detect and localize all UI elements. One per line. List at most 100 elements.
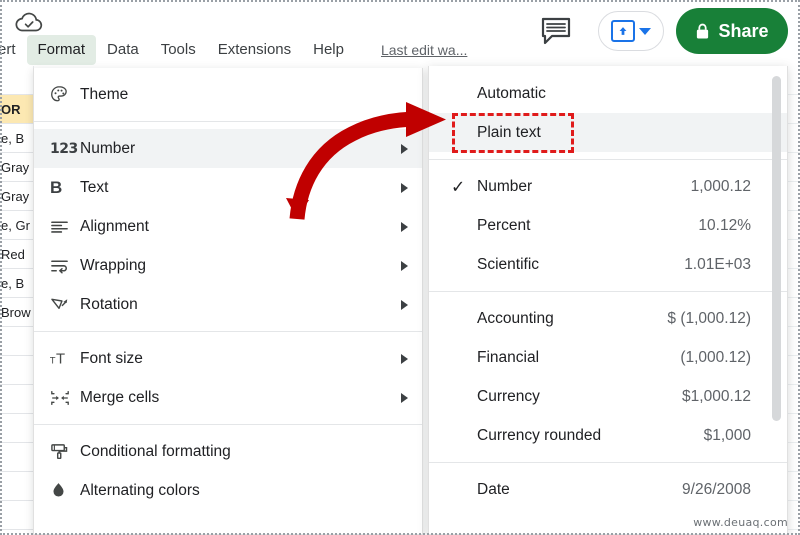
submenu-divider: [429, 159, 787, 160]
plain-text-highlight-box: [452, 113, 574, 153]
menu-divider: [34, 331, 422, 332]
submenu-item-label: Number: [477, 177, 533, 195]
submenu-item-percent[interactable]: Percent 10.12%: [429, 206, 787, 245]
svg-text:T: T: [50, 356, 56, 366]
present-button[interactable]: [598, 11, 664, 51]
lock-icon: [697, 23, 709, 39]
last-edit-link[interactable]: Last edit wa...: [381, 42, 467, 58]
text-wrap-icon: [50, 258, 80, 274]
cell[interactable]: [0, 66, 33, 95]
submenu-item-currency-rounded[interactable]: Currency rounded $1,000: [429, 416, 787, 455]
share-button[interactable]: Share: [676, 8, 788, 54]
menu-item-rotation[interactable]: Rotation: [34, 285, 422, 324]
cell[interactable]: [0, 472, 33, 501]
caret-down-icon[interactable]: [639, 27, 651, 35]
cloud-check-icon[interactable]: [14, 10, 44, 36]
water-drop-icon: [50, 481, 80, 500]
number-123-icon: 123: [50, 140, 78, 157]
submenu-item-value: $1,000: [703, 426, 751, 444]
cell[interactable]: Brow: [0, 298, 33, 327]
menu-extensions[interactable]: Extensions: [207, 35, 302, 65]
submenu-item-value: 1.01E+03: [684, 255, 751, 273]
format-menu-panel: Theme 123 Number B Text Alignment Wrappi…: [33, 68, 423, 535]
submenu-item-currency[interactable]: Currency $1,000.12: [429, 377, 787, 416]
menu-item-conditional-formatting[interactable]: Conditional formatting: [34, 432, 422, 471]
paint-roller-icon: [50, 442, 80, 461]
menu-item-label: Text: [80, 178, 109, 196]
cell[interactable]: [0, 443, 33, 472]
present-upload-icon: [611, 20, 635, 42]
menu-item-wrapping[interactable]: Wrapping: [34, 246, 422, 285]
submenu-item-date[interactable]: Date 9/26/2008: [429, 470, 787, 509]
submenu-item-financial[interactable]: Financial (1,000.12): [429, 338, 787, 377]
cell[interactable]: e, B: [0, 124, 33, 153]
font-size-icon: T T: [50, 351, 80, 366]
menu-item-text[interactable]: B Text: [34, 168, 422, 207]
bold-b-icon: B: [50, 177, 63, 197]
menu-item-label: Conditional formatting: [80, 442, 231, 460]
top-bar: ert Format Data Tools Extensions Help La…: [0, 0, 800, 72]
menu-tools[interactable]: Tools: [150, 35, 207, 65]
menu-item-label: Merge cells: [80, 388, 160, 406]
chevron-right-icon: [401, 221, 408, 232]
chevron-right-icon: [401, 392, 408, 403]
submenu-item-scientific[interactable]: Scientific 1.01E+03: [429, 245, 787, 284]
cell[interactable]: Gray: [0, 153, 33, 182]
cell[interactable]: [0, 327, 33, 356]
chevron-right-icon: [401, 299, 408, 310]
menu-item-label: Rotation: [80, 295, 138, 313]
check-icon: ✓: [451, 177, 466, 196]
palette-icon: [50, 85, 80, 104]
cell[interactable]: [0, 414, 33, 443]
cell[interactable]: [0, 356, 33, 385]
menu-data[interactable]: Data: [96, 35, 150, 65]
menu-help[interactable]: Help: [302, 35, 355, 65]
submenu-item-value: $ (1,000.12): [667, 309, 751, 327]
left-column-cells: OR e, B Gray Gray e, Gr Red e, B Brow: [0, 66, 34, 535]
submenu-item-number[interactable]: ✓ Number 1,000.12: [429, 167, 787, 206]
menu-item-number[interactable]: 123 Number: [34, 129, 422, 168]
menu-item-theme[interactable]: Theme: [34, 75, 422, 114]
cell[interactable]: [0, 385, 33, 414]
comment-icon[interactable]: [540, 16, 572, 46]
submenu-divider: [429, 462, 787, 463]
menu-item-merge-cells[interactable]: Merge cells: [34, 378, 422, 417]
menu-format[interactable]: Format: [26, 35, 97, 65]
submenu-item-label: Accounting: [477, 309, 554, 327]
menu-item-alternating-colors[interactable]: Alternating colors: [34, 471, 422, 510]
menu-item-label: Wrapping: [80, 256, 147, 274]
submenu-item-label: Percent: [477, 216, 531, 234]
submenu-item-label: Automatic: [477, 84, 546, 102]
cell[interactable]: e, B: [0, 269, 33, 298]
submenu-item-label: Date: [477, 480, 510, 498]
submenu-item-label: Scientific: [477, 255, 540, 273]
submenu-scrollbar[interactable]: [772, 76, 781, 421]
svg-text:T: T: [55, 351, 65, 366]
watermark: www.deuaq.com: [693, 516, 788, 529]
chevron-right-icon: [401, 182, 408, 193]
menu-item-font-size[interactable]: T T Font size: [34, 339, 422, 378]
submenu-item-value: 10.12%: [698, 216, 751, 234]
cell[interactable]: [0, 501, 33, 530]
menu-item-alignment[interactable]: Alignment: [34, 207, 422, 246]
menu-divider: [34, 424, 422, 425]
submenu-item-label: Financial: [477, 348, 540, 366]
text-rotation-icon: [50, 296, 80, 313]
submenu-item-automatic[interactable]: Automatic: [429, 74, 787, 113]
screenshot-root: ert Format Data Tools Extensions Help La…: [0, 0, 800, 535]
cell[interactable]: Red: [0, 240, 33, 269]
menu-item-label: Alternating colors: [80, 481, 200, 499]
cell[interactable]: e, Gr: [0, 211, 33, 240]
cell-header[interactable]: OR: [0, 95, 33, 124]
submenu-item-value: 9/26/2008: [682, 480, 751, 498]
share-button-label: Share: [718, 20, 769, 41]
menu-item-label: Number: [80, 139, 136, 157]
align-left-icon: [50, 219, 80, 235]
submenu-item-accounting[interactable]: Accounting $ (1,000.12): [429, 299, 787, 338]
submenu-item-value: (1,000.12): [680, 348, 751, 366]
menu-insert[interactable]: ert: [0, 35, 27, 65]
cell[interactable]: Gray: [0, 182, 33, 211]
menu-item-label: Theme: [80, 85, 129, 103]
submenu-item-value: 1,000.12: [690, 177, 751, 195]
submenu-item-label: Currency: [477, 387, 540, 405]
